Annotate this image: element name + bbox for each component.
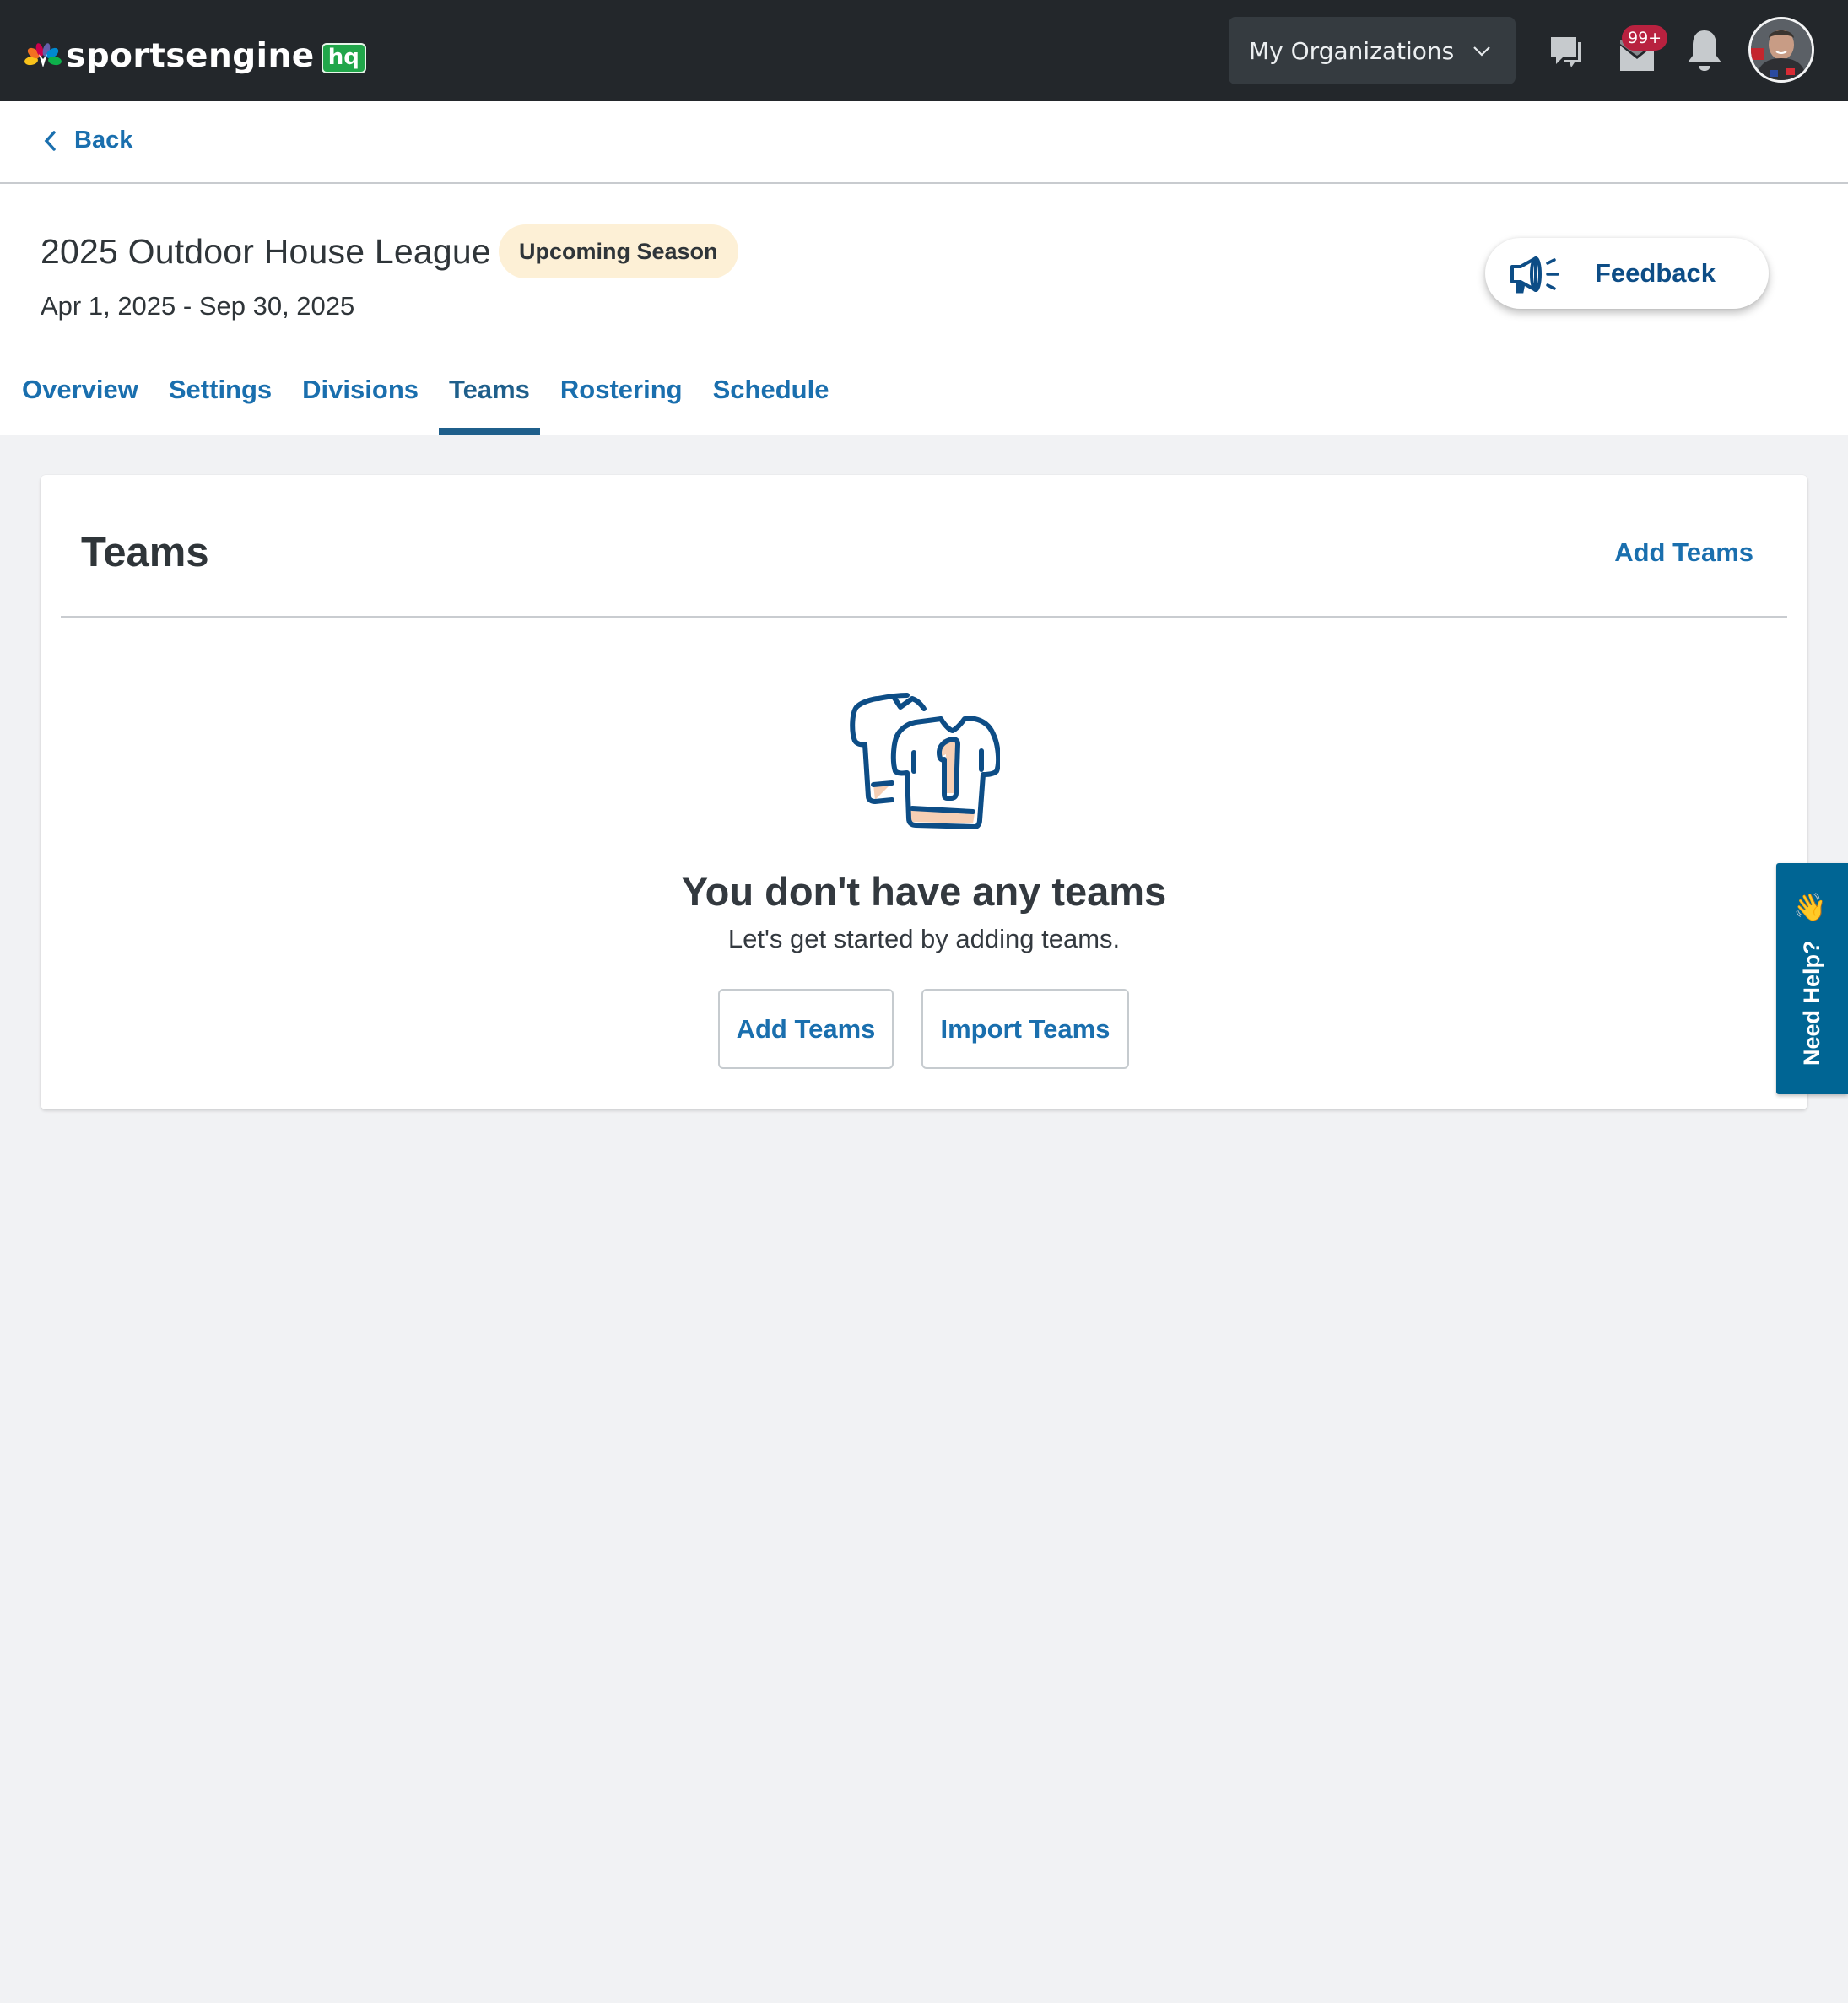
need-help-tab[interactable]: 👋 Need Help? bbox=[1776, 863, 1848, 1094]
season-tabs: Overview Settings Divisions Teams Roster… bbox=[0, 363, 849, 435]
bell-icon[interactable] bbox=[1684, 29, 1725, 73]
avatar-photo-icon bbox=[1751, 19, 1812, 80]
logo-wordmark: sportsengine bbox=[66, 37, 315, 75]
tab-rostering[interactable]: Rostering bbox=[550, 363, 693, 435]
tab-divisions[interactable]: Divisions bbox=[292, 363, 429, 435]
add-teams-link[interactable]: Add Teams bbox=[1614, 536, 1753, 570]
jerseys-icon bbox=[850, 693, 1000, 829]
season-dates: Apr 1, 2025 - Sep 30, 2025 bbox=[41, 291, 355, 321]
chevron-left-icon bbox=[44, 130, 56, 151]
my-organizations-dropdown[interactable]: My Organizations bbox=[1229, 17, 1516, 84]
top-navigation-bar: sportsengine hq My Organizations 99+ bbox=[0, 0, 1848, 101]
need-help-label: Need Help? bbox=[1799, 940, 1824, 1066]
megaphone-icon bbox=[1510, 256, 1559, 294]
add-teams-button[interactable]: Add Teams bbox=[718, 989, 894, 1069]
back-link[interactable]: Back bbox=[42, 127, 132, 154]
card-divider bbox=[61, 616, 1787, 618]
user-avatar[interactable] bbox=[1748, 17, 1814, 83]
tab-overview[interactable]: Overview bbox=[12, 363, 149, 435]
chat-icon[interactable] bbox=[1549, 34, 1590, 74]
logo-hq-badge: hq bbox=[321, 43, 366, 73]
back-row: Back bbox=[0, 101, 1848, 184]
status-badge: Upcoming Season bbox=[499, 224, 738, 278]
back-label: Back bbox=[74, 127, 133, 154]
feedback-button[interactable]: Feedback bbox=[1485, 238, 1769, 309]
page-title: 2025 Outdoor House League bbox=[41, 232, 491, 271]
season-header: 2025 Outdoor House League Upcoming Seaso… bbox=[0, 184, 1848, 435]
teams-card: Teams Add Teams You don't have any teams… bbox=[41, 475, 1807, 1109]
sportsengine-logo[interactable]: sportsengine hq bbox=[24, 39, 366, 74]
empty-state-subtext: Let's get started by adding teams. bbox=[727, 924, 1121, 953]
chevron-down-icon bbox=[1473, 46, 1490, 57]
card-title: Teams bbox=[81, 530, 209, 575]
waving-hand-icon: 👋 bbox=[1793, 892, 1827, 922]
peacock-logo-icon bbox=[24, 43, 62, 67]
tab-settings[interactable]: Settings bbox=[159, 363, 282, 435]
feedback-label: Feedback bbox=[1595, 258, 1716, 288]
mail-unread-badge: 99+ bbox=[1622, 25, 1668, 51]
empty-state-heading: You don't have any teams bbox=[681, 869, 1167, 914]
my-organizations-label: My Organizations bbox=[1249, 36, 1455, 65]
import-teams-button[interactable]: Import Teams bbox=[921, 989, 1129, 1069]
tab-teams[interactable]: Teams bbox=[439, 363, 540, 435]
tab-schedule[interactable]: Schedule bbox=[703, 363, 840, 435]
